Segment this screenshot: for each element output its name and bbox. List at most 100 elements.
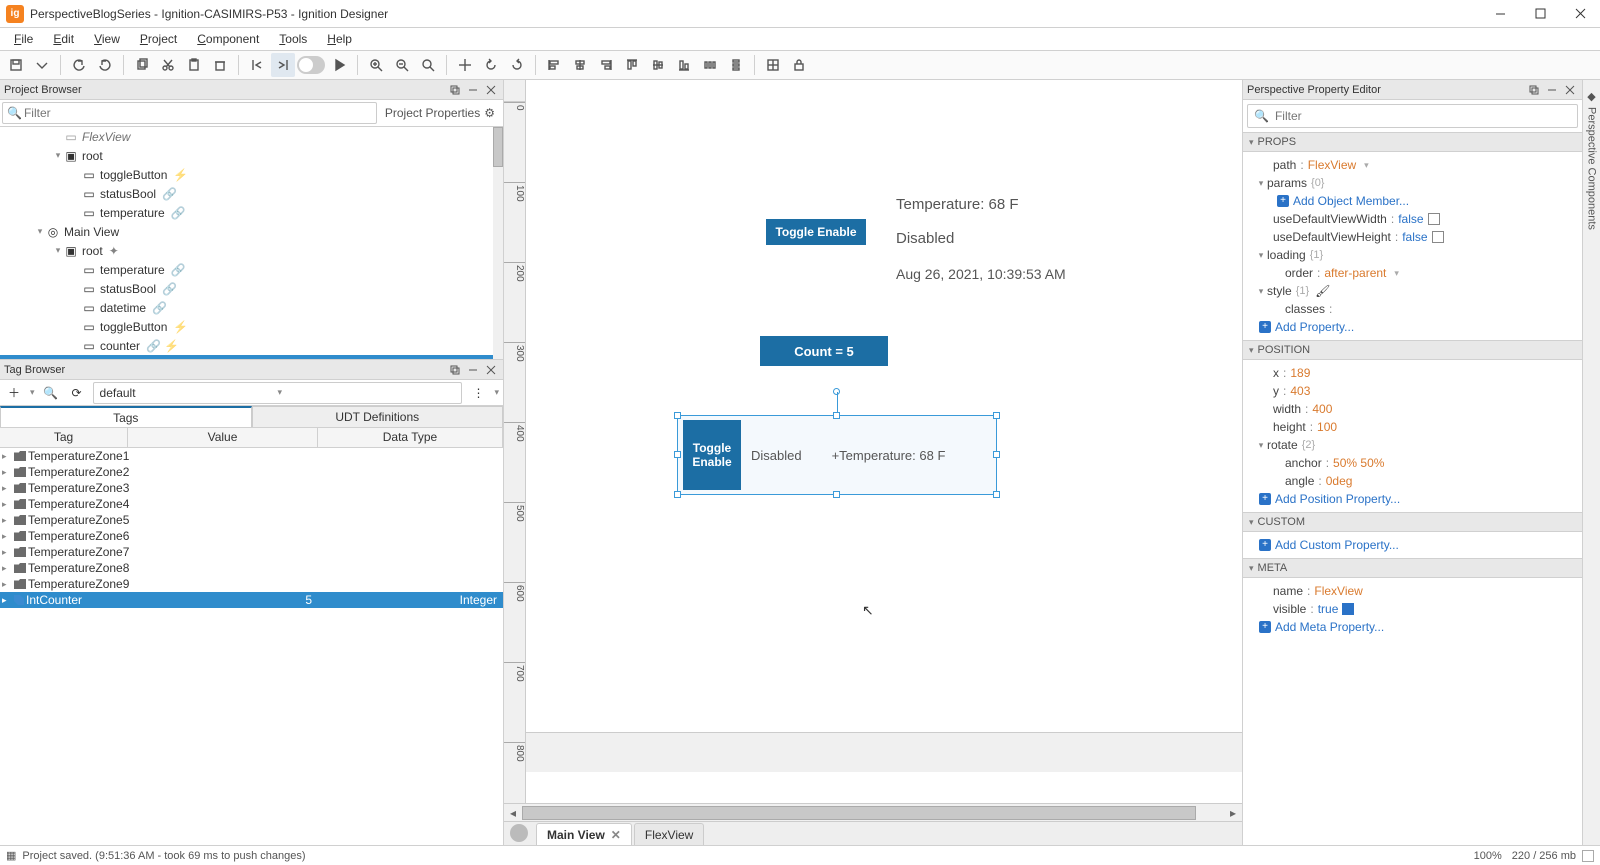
lock-icon[interactable] <box>787 53 811 77</box>
label-temperature[interactable]: Temperature: 68 F <box>896 196 1019 213</box>
flex-disabled-label[interactable]: Disabled <box>751 448 802 463</box>
design-surface[interactable]: Temperature: 68 F Toggle Enable Disabled… <box>526 102 1242 803</box>
button-toggle-enable[interactable]: Toggle Enable <box>766 219 866 245</box>
zoom-in-icon[interactable] <box>364 53 388 77</box>
label-disabled[interactable]: Disabled <box>896 230 954 247</box>
close-button[interactable] <box>1560 0 1600 28</box>
delete-icon[interactable] <box>208 53 232 77</box>
prop-classes[interactable]: classes: <box>1247 300 1582 318</box>
tree-item-temperature[interactable]: ▭temperature🔗 <box>0 203 503 222</box>
project-browser-filter[interactable]: 🔍 <box>2 102 377 124</box>
panel-minimize-icon[interactable] <box>1544 82 1560 98</box>
tree-item-counter[interactable]: ▭counter🔗 ⚡ <box>0 336 503 355</box>
menu-edit[interactable]: Edit <box>43 30 84 48</box>
dist-h-icon[interactable] <box>698 53 722 77</box>
minimize-button[interactable] <box>1480 0 1520 28</box>
prop-height[interactable]: height:100 <box>1247 418 1582 436</box>
tab-udt[interactable]: UDT Definitions <box>252 406 504 427</box>
prop-y[interactable]: y:403 <box>1247 382 1582 400</box>
menu-help[interactable]: Help <box>317 30 362 48</box>
cut-icon[interactable] <box>156 53 180 77</box>
snap-left-icon[interactable] <box>245 53 269 77</box>
button-count[interactable]: Count = 5 <box>760 336 888 366</box>
prop-style[interactable]: ▾style{1}🖌 <box>1247 282 1582 300</box>
undo-icon[interactable] <box>67 53 91 77</box>
tree-item-flexview[interactable]: ▭FlexView <box>0 127 503 146</box>
add-custom-property[interactable]: +Add Custom Property... <box>1247 536 1582 554</box>
tag-row-temperaturezone2[interactable]: ▸TemperatureZone2 <box>0 464 503 480</box>
tag-add-button[interactable]: ＋ <box>4 383 24 403</box>
add-position-property[interactable]: +Add Position Property... <box>1247 490 1582 508</box>
zoom-fit-icon[interactable] <box>416 53 440 77</box>
tree-item-root[interactable]: ▾▣root <box>0 146 503 165</box>
prop-width[interactable]: width:400 <box>1247 400 1582 418</box>
play-icon[interactable] <box>327 53 351 77</box>
preview-toggle[interactable] <box>297 56 325 74</box>
project-properties-button[interactable]: Project Properties ⚙ <box>379 106 501 120</box>
rotate-right-icon[interactable] <box>505 53 529 77</box>
project-browser-tree[interactable]: ▭FlexView▾▣root▭toggleButton⚡▭statusBool… <box>0 127 503 359</box>
prop-use-default-width[interactable]: useDefaultViewWidth:false <box>1247 210 1582 228</box>
align-middle-icon[interactable] <box>646 53 670 77</box>
copy-icon[interactable] <box>130 53 154 77</box>
menu-tools[interactable]: Tools <box>269 30 317 48</box>
redo-icon[interactable] <box>93 53 117 77</box>
flex-temperature-label[interactable]: +Temperature: 68 F <box>832 448 946 463</box>
tree-item-statusbool[interactable]: ▭statusBool🔗 <box>0 184 503 203</box>
align-top-icon[interactable] <box>620 53 644 77</box>
tree-item-flexview[interactable]: ▤FlexView <box>0 355 503 359</box>
prop-anchor[interactable]: anchor:50% 50% <box>1247 454 1582 472</box>
tab-tags[interactable]: Tags <box>0 406 252 427</box>
dist-v-icon[interactable] <box>724 53 748 77</box>
prop-loading[interactable]: ▾loading{1} <box>1247 246 1582 264</box>
add-property[interactable]: +Add Property... <box>1247 318 1582 336</box>
align-center-h-icon[interactable] <box>568 53 592 77</box>
tab-flex-view[interactable]: FlexView <box>634 823 704 845</box>
prop-visible[interactable]: visible:true <box>1247 600 1582 618</box>
save-dropdown-icon[interactable] <box>30 53 54 77</box>
section-meta[interactable]: ▾META <box>1243 558 1582 578</box>
tag-row-intcounter[interactable]: ▸IntCounter5Integer <box>0 592 503 608</box>
save-icon[interactable] <box>4 53 28 77</box>
menu-file[interactable]: File <box>4 30 43 48</box>
panel-minimize-icon[interactable] <box>465 362 481 378</box>
tree-item-temperature[interactable]: ▭temperature🔗 <box>0 260 503 279</box>
prop-angle[interactable]: angle:0deg <box>1247 472 1582 490</box>
property-filter-input[interactable] <box>1273 108 1571 124</box>
tag-row-temperaturezone7[interactable]: ▸TemperatureZone7 <box>0 544 503 560</box>
paint-icon[interactable]: 🖌 <box>1315 284 1330 298</box>
selection-frame[interactable]: Toggle Enable Disabled +Temperature: 68 … <box>677 415 997 495</box>
prop-rotate[interactable]: ▾rotate{2} <box>1247 436 1582 454</box>
section-custom[interactable]: ▾CUSTOM <box>1243 512 1582 532</box>
tree-item-togglebutton[interactable]: ▭toggleButton⚡ <box>0 165 503 184</box>
panel-close-icon[interactable] <box>483 82 499 98</box>
panel-close-icon[interactable] <box>1562 82 1578 98</box>
panel-restore-icon[interactable] <box>1526 82 1542 98</box>
panel-restore-icon[interactable] <box>447 362 463 378</box>
tag-row-temperaturezone4[interactable]: ▸TemperatureZone4 <box>0 496 503 512</box>
align-left-icon[interactable] <box>542 53 566 77</box>
tree-item-togglebutton[interactable]: ▭toggleButton⚡ <box>0 317 503 336</box>
paste-icon[interactable] <box>182 53 206 77</box>
tag-table-body[interactable]: ▸TemperatureZone1▸TemperatureZone2▸Tempe… <box>0 448 503 845</box>
add-object-member[interactable]: +Add Object Member... <box>1247 192 1582 210</box>
tag-refresh-button[interactable]: ⟳ <box>67 383 87 403</box>
zoom-out-icon[interactable] <box>390 53 414 77</box>
tag-row-temperaturezone5[interactable]: ▸TemperatureZone5 <box>0 512 503 528</box>
tree-item-root[interactable]: ▾▣root✦ <box>0 241 503 260</box>
status-zoom[interactable]: 100% <box>1474 850 1502 862</box>
tab-main-view[interactable]: Main View✕ <box>536 823 632 845</box>
menu-component[interactable]: Component <box>187 30 269 48</box>
scrollbar-thumb[interactable] <box>493 127 503 167</box>
panel-restore-icon[interactable] <box>447 82 463 98</box>
project-browser-filter-input[interactable] <box>22 105 372 121</box>
label-datetime[interactable]: Aug 26, 2021, 10:39:53 AM <box>896 266 1066 282</box>
rotate-left-icon[interactable] <box>479 53 503 77</box>
tag-row-temperaturezone8[interactable]: ▸TemperatureZone8 <box>0 560 503 576</box>
tag-row-temperaturezone3[interactable]: ▸TemperatureZone3 <box>0 480 503 496</box>
tag-search-button[interactable]: 🔍 <box>41 383 61 403</box>
menu-view[interactable]: View <box>84 30 130 48</box>
panel-close-icon[interactable] <box>483 362 499 378</box>
views-menu-icon[interactable] <box>510 824 528 842</box>
prop-name[interactable]: name:FlexView <box>1247 582 1582 600</box>
